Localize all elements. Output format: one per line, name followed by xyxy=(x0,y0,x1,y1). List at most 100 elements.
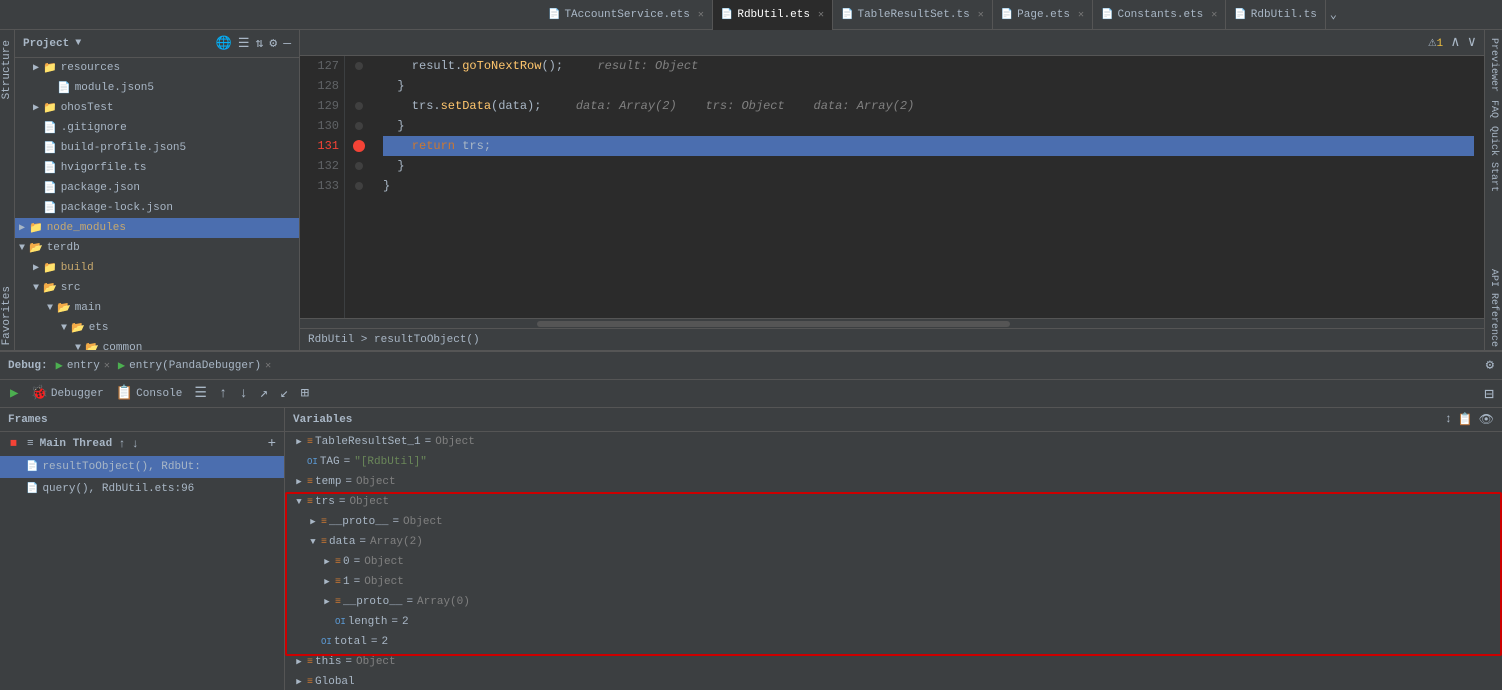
var-item-total[interactable]: OI total = 2 xyxy=(285,632,1502,652)
frame-item-0[interactable]: 📄 resultToObject(), RdbUt: xyxy=(0,456,284,478)
tree-arrow: ▼ xyxy=(71,343,85,351)
debug-toolbar-settings[interactable]: ⊟ xyxy=(1484,384,1494,404)
line-num-127: 127 xyxy=(305,56,339,76)
var-icon-eq: ≡ xyxy=(307,657,313,668)
var-item-length[interactable]: OI length = 2 xyxy=(285,612,1502,632)
tab-close-3[interactable]: ✕ xyxy=(1078,9,1084,21)
frames-thread-row: ⏹ ≡ Main Thread ↑ ↓ + xyxy=(0,432,284,456)
project-icon-minus[interactable]: — xyxy=(283,36,291,51)
var-ctrl-1[interactable]: ↕ xyxy=(1445,412,1452,427)
var-icon-eq: ≡ xyxy=(321,517,327,528)
debug-btn-step-over[interactable]: ☰ xyxy=(192,383,209,404)
tree-item-build-profile[interactable]: 📄 build-profile.json5 xyxy=(15,138,299,158)
tree-item-node-modules[interactable]: ▶ 📁 node_modules xyxy=(15,218,299,238)
project-icon-settings[interactable]: ⚙ xyxy=(269,36,277,51)
tab-close-taccountservice[interactable]: ✕ xyxy=(698,9,704,21)
right-sidebar-api[interactable]: API Reference xyxy=(1485,266,1502,350)
tab-rdbutil-ts[interactable]: 📄 RdbUtil.ts xyxy=(1226,0,1325,30)
var-item-data[interactable]: ▼ ≡ data = Array(2) xyxy=(285,532,1502,552)
var-ctrl-3[interactable]: 👁 xyxy=(1479,412,1494,427)
right-sidebar-previewer[interactable]: Previewer xyxy=(1485,35,1502,95)
var-item-tableresultset[interactable]: ▶ ≡ TableResultSet_1 = Object xyxy=(285,432,1502,452)
tree-item-src[interactable]: ▼ 📂 src xyxy=(15,278,299,298)
var-item-trs[interactable]: ▼ ≡ trs = Object xyxy=(285,492,1502,512)
tab-close-rdbutil[interactable]: ✕ xyxy=(818,9,824,21)
var-item-proto-data[interactable]: ▶ ≡ __proto__ = Array(0) xyxy=(285,592,1502,612)
var-item-data-1[interactable]: ▶ ≡ 1 = Object xyxy=(285,572,1502,592)
debug-entry-close-2[interactable]: ✕ xyxy=(265,360,271,372)
editor-scrollbar-h[interactable] xyxy=(300,318,1484,328)
var-arrow: ▶ xyxy=(293,677,305,687)
var-item-data-0[interactable]: ▶ ≡ 0 = Object xyxy=(285,552,1502,572)
tab-taccountservice[interactable]: 📄 TAccountService.ets ✕ xyxy=(540,0,713,30)
sidebar-label-favorites[interactable]: Favorites xyxy=(0,281,15,350)
debug-entry-1[interactable]: ▶ entry ✕ xyxy=(56,358,110,373)
tree-item-common[interactable]: ▼ 📂 common xyxy=(15,338,299,350)
tab-constants[interactable]: 📄 Constants.ets ✕ xyxy=(1093,0,1226,30)
thread-add-btn[interactable]: + xyxy=(268,436,276,452)
debug-play-btn[interactable]: ▶ xyxy=(8,383,20,404)
tab-rdbutil-ets[interactable]: 📄 RdbUtil.ets ✕ xyxy=(713,0,833,30)
var-ctrl-2[interactable]: 📋 xyxy=(1458,412,1473,427)
debug-tab-console[interactable]: 📋 Console xyxy=(114,383,185,404)
tab-tableresultset[interactable]: 📄 TableResultSet.ts ✕ xyxy=(833,0,993,30)
project-icon-globe[interactable]: 🌐 xyxy=(216,36,232,51)
debug-btn-step-into[interactable]: ↗ xyxy=(258,383,270,404)
right-sidebar-quickstart[interactable]: Quick Start xyxy=(1485,123,1502,195)
toolbar-icon-1[interactable]: ⚠1 xyxy=(1428,34,1443,51)
var-name: __proto__ xyxy=(329,516,388,528)
project-dropdown-icon[interactable]: ▼ xyxy=(75,38,81,49)
frame-item-1[interactable]: 📄 query(), RdbUtil.ets:96 xyxy=(0,478,284,500)
debug-btn-grid[interactable]: ⊞ xyxy=(299,383,311,404)
file-icon: 📄 xyxy=(43,141,57,155)
var-item-proto-trs[interactable]: ▶ ≡ __proto__ = Object xyxy=(285,512,1502,532)
tree-item-resources[interactable]: ▶ 📁 resources xyxy=(15,58,299,78)
var-item-this[interactable]: ▶ ≡ this = Object xyxy=(285,652,1502,672)
debug-btn-down[interactable]: ↓ xyxy=(237,384,249,404)
variables-content[interactable]: ▶ ≡ TableResultSet_1 = Object OI TAG = "… xyxy=(285,432,1502,690)
folder-icon: 📂 xyxy=(43,281,57,295)
project-icon-arrows[interactable]: ⇅ xyxy=(256,36,264,51)
code-content[interactable]: result.goToNextRow(); result: Object } t… xyxy=(373,56,1484,318)
project-icon-list[interactable]: ☰ xyxy=(238,36,250,51)
thread-up-btn[interactable]: ↑ xyxy=(118,437,125,451)
tab-page-ets[interactable]: 📄 Page.ets ✕ xyxy=(993,0,1093,30)
var-item-tag[interactable]: OI TAG = "[RdbUtil]" xyxy=(285,452,1502,472)
toolbar-icon-3[interactable]: ∨ xyxy=(1468,34,1476,51)
var-item-temp[interactable]: ▶ ≡ temp = Object xyxy=(285,472,1502,492)
tree-item-ohostest[interactable]: ▶ 📁 ohosTest xyxy=(15,98,299,118)
thread-label: Main Thread xyxy=(40,438,113,450)
tree-item-main[interactable]: ▼ 📂 main xyxy=(15,298,299,318)
thread-down-btn[interactable]: ↓ xyxy=(131,437,138,451)
tree-item-gitignore[interactable]: 📄 .gitignore xyxy=(15,118,299,138)
code-hint-129: data: Array(2) trs: Object data: Array(2… xyxy=(561,96,914,116)
tree-item-package-json[interactable]: 📄 package.json xyxy=(15,178,299,198)
tree-arrow: ▼ xyxy=(43,303,57,314)
toolbar-icon-2[interactable]: ∧ xyxy=(1451,34,1459,51)
sidebar-label-structure[interactable]: Structure xyxy=(0,35,15,104)
debug-settings-icon[interactable]: ⚙ xyxy=(1486,357,1494,374)
debugger-icon: 🐞 xyxy=(30,385,47,402)
tab-label-3: Page.ets xyxy=(1017,9,1070,21)
thread-stop-btn[interactable]: ⏹ xyxy=(8,434,19,454)
debug-entry-2[interactable]: ▶ entry(PandaDebugger) ✕ xyxy=(118,358,271,373)
var-item-global[interactable]: ▶ ≡ Global xyxy=(285,672,1502,690)
tabs-overflow[interactable]: ⌄ xyxy=(1330,7,1337,22)
tab-close-4[interactable]: ✕ xyxy=(1211,9,1217,21)
tree-item-terdb[interactable]: ▼ 📂 terdb xyxy=(15,238,299,258)
gutter-dot-129 xyxy=(355,102,363,110)
tree-item-build[interactable]: ▶ 📁 build xyxy=(15,258,299,278)
debug-btn-up[interactable]: ↑ xyxy=(217,384,229,404)
right-sidebar-faq[interactable]: FAQ xyxy=(1485,97,1502,121)
debug-tab-debugger[interactable]: 🐞 Debugger xyxy=(28,383,105,404)
file-icon: 📄 xyxy=(43,181,57,195)
debug-btn-step-out[interactable]: ↙ xyxy=(278,383,290,404)
tree-item-ets[interactable]: ▼ 📂 ets xyxy=(15,318,299,338)
tree-item-package-lock[interactable]: 📄 package-lock.json xyxy=(15,198,299,218)
tree-item-hvigorfile[interactable]: 📄 hvigorfile.ts xyxy=(15,158,299,178)
scrollbar-thumb[interactable] xyxy=(537,321,1011,327)
tree-item-module-json5[interactable]: 📄 module.json5 xyxy=(15,78,299,98)
tab-close-2[interactable]: ✕ xyxy=(978,9,984,21)
debug-entry-close-1[interactable]: ✕ xyxy=(104,360,110,372)
breakpoint-indicator[interactable] xyxy=(353,140,365,152)
